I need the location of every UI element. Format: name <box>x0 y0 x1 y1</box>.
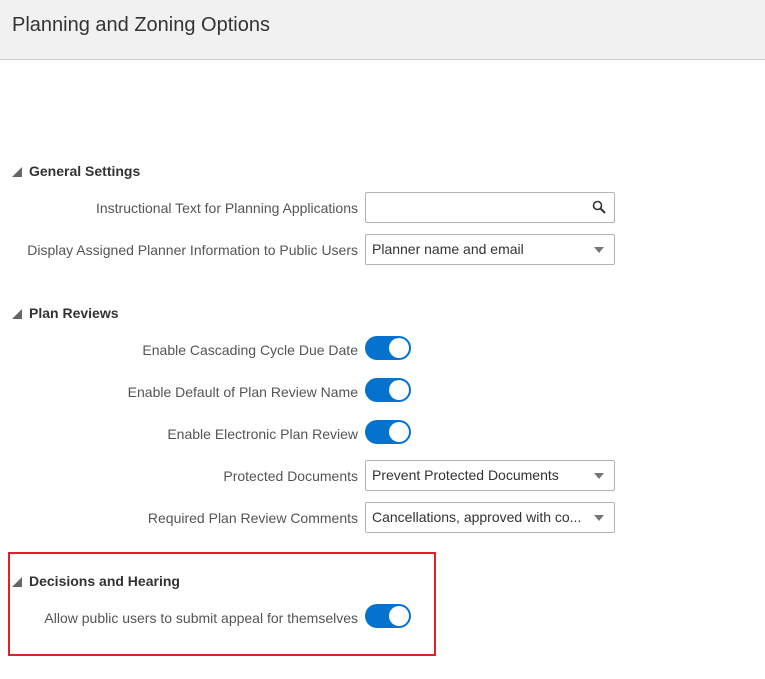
default-name-toggle[interactable] <box>365 378 411 402</box>
chevron-down-icon <box>594 247 604 253</box>
toggle-knob <box>389 422 409 442</box>
collapse-triangle-icon[interactable] <box>12 576 22 587</box>
section-heading: Plan Reviews <box>29 305 119 321</box>
section-decisions-hearing[interactable]: Decisions and Hearing <box>12 571 180 591</box>
section-heading: General Settings <box>29 163 141 179</box>
collapse-triangle-icon[interactable] <box>12 308 22 319</box>
instructional-text-label: Instructional Text for Planning Applicat… <box>95 200 358 216</box>
chevron-down-icon <box>594 515 604 521</box>
page-header: Planning and Zoning Options <box>0 0 765 60</box>
toggle-knob <box>389 380 409 400</box>
cascading-label: Enable Cascading Cycle Due Date <box>142 342 358 358</box>
electronic-label: Enable Electronic Plan Review <box>167 426 358 442</box>
display-planner-select[interactable]: Planner name and email <box>365 234 615 265</box>
default-name-label: Enable Default of Plan Review Name <box>127 384 358 400</box>
protected-docs-label: Protected Documents <box>223 468 358 484</box>
section-plan-reviews[interactable]: Plan Reviews <box>12 303 119 323</box>
appeal-label: Allow public users to submit appeal for … <box>44 610 358 626</box>
page-title: Planning and Zoning Options <box>12 14 270 36</box>
protected-docs-select[interactable]: Prevent Protected Documents <box>365 460 615 491</box>
appeal-toggle[interactable] <box>365 604 411 628</box>
instructional-text-field[interactable] <box>365 192 615 223</box>
chevron-down-icon <box>594 473 604 479</box>
toggle-knob <box>389 338 409 358</box>
cascading-toggle[interactable] <box>365 336 411 360</box>
section-general-settings[interactable]: General Settings <box>12 161 140 181</box>
display-planner-value: Planner name and email <box>372 241 524 257</box>
required-comments-label: Required Plan Review Comments <box>147 510 358 526</box>
collapse-triangle-icon[interactable] <box>12 166 22 177</box>
section-heading: Decisions and Hearing <box>29 573 180 589</box>
toggle-knob <box>389 606 409 626</box>
search-icon[interactable] <box>592 200 606 214</box>
electronic-toggle[interactable] <box>365 420 411 444</box>
required-comments-select[interactable]: Cancellations, approved with co... <box>365 502 615 533</box>
display-planner-label: Display Assigned Planner Information to … <box>27 242 358 258</box>
required-comments-value: Cancellations, approved with co... <box>372 509 582 525</box>
protected-docs-value: Prevent Protected Documents <box>372 467 559 483</box>
